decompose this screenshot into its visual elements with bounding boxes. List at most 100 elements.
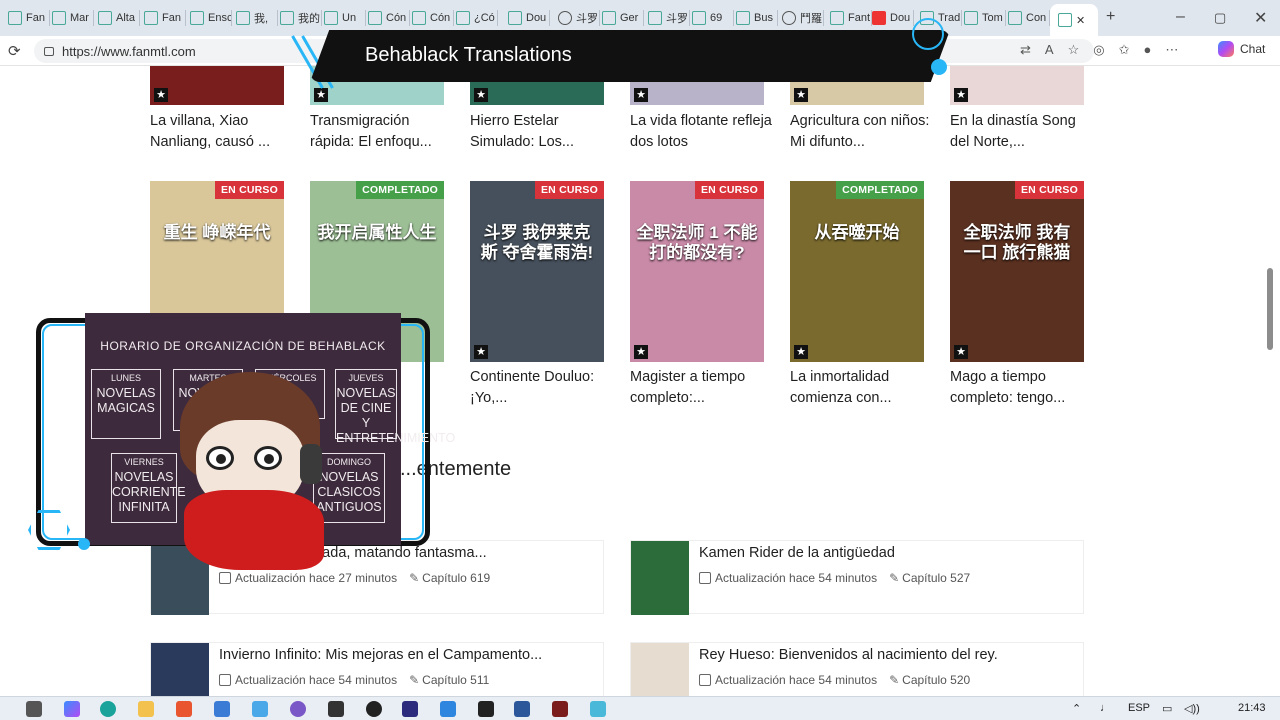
browser-tab[interactable]: Fan — [144, 6, 186, 30]
update-row[interactable]: Kamen Rider de la antigüedad Actualizació… — [630, 540, 1084, 615]
tab-separator — [689, 10, 690, 26]
browser-tab[interactable]: Ger — [602, 6, 644, 30]
favorites-icon[interactable]: ✩ — [1119, 42, 1130, 58]
browser-window: Fan Mar Alta Fan Ensc 我, 我的 Un Cón Cón ¿Có Dou 斗罗 Ger… — [0, 0, 1280, 720]
cover-text: 重生 峥嵘年代 — [163, 223, 271, 242]
page-icon — [190, 11, 204, 25]
start-icon[interactable] — [26, 701, 42, 717]
update-title[interactable]: Invierno Infinito: Mis mejoras en el Cam… — [219, 647, 542, 663]
scrollbar-thumb[interactable] — [1267, 268, 1273, 350]
reload-icon[interactable]: ⟳ — [8, 42, 21, 60]
browser-tab[interactable]: Fant — [830, 6, 872, 30]
novel-cover[interactable]: EN CURSO 斗罗 我伊莱克斯 夺舍霍雨浩! ★ — [470, 181, 604, 362]
update-chapter[interactable]: ✎ Capítulo 520 — [889, 673, 970, 687]
more-icon[interactable]: ⋯ — [1165, 42, 1178, 58]
tab-separator — [913, 10, 914, 26]
cover-text: 全职法师 我有一口 旅行熊猫 — [963, 223, 1071, 262]
browser-tab[interactable]: Fan — [8, 6, 50, 30]
window-close-icon[interactable]: ✕ — [1254, 8, 1267, 28]
status-badge: EN CURSO — [214, 181, 284, 199]
profile-icon[interactable]: ● — [1143, 42, 1151, 58]
new-tab-icon[interactable]: + — [1106, 8, 1115, 26]
browser-tab[interactable]: 斗罗 — [558, 6, 600, 30]
browser-tab[interactable]: Dou — [508, 6, 550, 30]
novel-cover[interactable]: ★ — [150, 66, 284, 105]
browser-tab[interactable]: Tom — [964, 6, 1006, 30]
browser-tab[interactable]: Cón — [368, 6, 410, 30]
clock[interactable]: 21:43 — [1238, 702, 1266, 714]
browser-tab[interactable]: 我的 — [280, 6, 322, 30]
copilot-app-icon[interactable] — [64, 701, 80, 717]
schedule-title: HORARIO DE ORGANIZACIÓN DE BEHABLACK — [100, 339, 386, 353]
update-chapter[interactable]: ✎ Capítulo 527 — [889, 571, 970, 585]
browser-tab[interactable]: Dou — [872, 6, 914, 30]
mic-icon[interactable]: ♩ — [1100, 702, 1111, 714]
maximize-icon[interactable]: ▢ — [1214, 10, 1226, 26]
novel-title[interactable]: La villana, Xiao Nanliang, causó ... — [150, 111, 295, 153]
tab-separator — [733, 10, 734, 26]
schedule-day: JUEVES — [348, 373, 384, 383]
notes-icon[interactable] — [252, 701, 268, 717]
app-icon[interactable] — [290, 701, 306, 717]
minimize-icon[interactable]: – — [1176, 8, 1185, 26]
novel-title[interactable]: Transmigración rápida: El enfoqu... — [310, 111, 455, 153]
novel-title[interactable]: Mago a tiempo completo: tengo... — [950, 367, 1095, 409]
update-chapter[interactable]: ✎ Capítulo 511 — [409, 673, 489, 687]
update-title[interactable]: Rey Hueso: Bienvenidos al nacimiento del… — [699, 647, 998, 663]
obs-icon[interactable] — [366, 701, 382, 717]
novel-cover[interactable]: EN CURSO 全职法师 1 不能打的都没有? ★ — [630, 181, 764, 362]
capcut-icon[interactable] — [328, 701, 344, 717]
tab-label: Dou — [526, 12, 547, 24]
novel-title[interactable]: Hierro Estelar Simulado: Los... — [470, 111, 615, 153]
browser-tab[interactable]: Con — [1008, 6, 1050, 30]
photos-icon[interactable] — [440, 701, 456, 717]
browser-tab[interactable]: Ensc — [190, 6, 232, 30]
edge-icon[interactable] — [100, 701, 116, 717]
language-indicator[interactable]: ESP — [1128, 702, 1150, 714]
extensions-icon[interactable]: ◎ — [1093, 42, 1104, 58]
browser-tab[interactable]: ¿Có — [456, 6, 498, 30]
network-icon[interactable]: ▭ — [1162, 702, 1172, 715]
volume-icon[interactable]: ◁)) — [1184, 702, 1200, 715]
browser-tab[interactable]: 鬥羅 — [782, 6, 824, 30]
page-scrollbar[interactable] — [1266, 66, 1274, 696]
browser-tab[interactable]: 69 — [692, 6, 734, 30]
update-title[interactable]: Kamen Rider de la antigüedad — [699, 545, 895, 561]
app-icon[interactable] — [552, 701, 568, 717]
terminal-icon[interactable] — [478, 701, 494, 717]
chevron-up-icon[interactable]: ⌃ — [1072, 702, 1081, 715]
browser-tab[interactable]: 斗罗 — [648, 6, 690, 30]
app-icon[interactable] — [590, 701, 606, 717]
favorite-star-icon[interactable]: ☆ — [1068, 42, 1080, 58]
browser-tab[interactable]: Alta — [98, 6, 140, 30]
app-icon[interactable] — [402, 701, 418, 717]
browser-tab[interactable]: 我, — [236, 6, 278, 30]
novel-cover[interactable]: EN CURSO 全职法师 我有一口 旅行熊猫 ★ — [950, 181, 1084, 362]
chat-button[interactable]: Chat — [1218, 41, 1265, 57]
update-cover[interactable] — [631, 541, 689, 615]
novel-cover[interactable]: ★ — [950, 66, 1084, 105]
app-icon[interactable] — [214, 701, 230, 717]
tab-separator — [599, 10, 600, 26]
read-aloud-icon[interactable]: A — [1045, 42, 1054, 58]
browser-tab-active[interactable]: ✕ — [1050, 4, 1098, 36]
file-explorer-icon[interactable] — [138, 701, 154, 717]
novel-title[interactable]: Magister a tiempo completo:... — [630, 367, 775, 409]
browser-tab[interactable]: Un — [324, 6, 366, 30]
feather-icon: ✎ — [409, 673, 420, 687]
novel-title[interactable]: En la dinastía Song del Norte,... — [950, 111, 1095, 153]
update-chapter[interactable]: ✎ Capítulo 619 — [409, 571, 490, 585]
browser-tab[interactable]: Mar — [52, 6, 94, 30]
browser-tab[interactable]: Cón — [412, 6, 454, 30]
translate-icon[interactable]: ⇄ — [1020, 42, 1031, 58]
brave-icon[interactable] — [176, 701, 192, 717]
browser-tab[interactable]: Bus — [736, 6, 778, 30]
word-icon[interactable] — [514, 701, 530, 717]
novel-title[interactable]: Continente Douluo: ¡Yo,... — [470, 367, 615, 409]
schedule-day: DOMINGO — [327, 457, 371, 467]
novel-title[interactable]: Agricultura con niños: Mi difunto... — [790, 111, 935, 153]
close-icon[interactable]: ✕ — [1076, 14, 1085, 27]
novel-cover[interactable]: COMPLETADO 从吞噬开始 ★ — [790, 181, 924, 362]
novel-title[interactable]: La vida flotante refleja dos lotos — [630, 111, 775, 153]
novel-title[interactable]: La inmortalidad comienza con... — [790, 367, 935, 409]
